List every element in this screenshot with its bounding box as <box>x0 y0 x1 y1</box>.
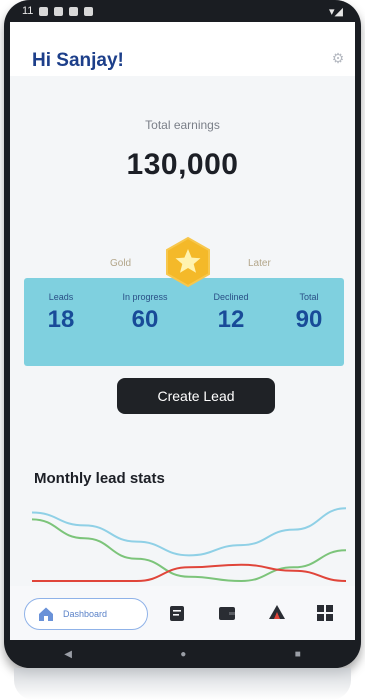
earnings-label: Total earnings <box>145 118 220 132</box>
stats-panel: Leads 18 In progress 60 Declined 12 Tota… <box>24 278 344 366</box>
notification-icon <box>69 6 79 16</box>
create-lead-button[interactable]: Create Lead <box>117 378 275 414</box>
nav-dashboard-label: Dashboard <box>63 609 108 619</box>
home-button-icon[interactable]: ● <box>180 649 186 660</box>
tier-current: Gold <box>110 258 132 269</box>
earnings-value: 130,000 <box>126 148 239 181</box>
stat-in-progress: In progress 60 <box>110 292 180 334</box>
signal-battery-icon: ▾◢ <box>329 5 343 18</box>
nav-wallet[interactable] <box>218 604 236 622</box>
system-nav-bar: ◀ ● ■ <box>10 640 355 668</box>
stat-label: In progress <box>122 292 168 302</box>
status-left: 11 <box>22 5 94 17</box>
header: Hi Sanjay! ⚙ <box>10 22 355 76</box>
grid-icon <box>317 605 333 621</box>
notification-icon <box>54 6 64 16</box>
tent-icon <box>269 605 285 619</box>
stat-value: 90 <box>295 306 323 333</box>
document-icon <box>170 605 184 621</box>
nav-campaigns[interactable] <box>268 604 286 622</box>
monthly-lead-chart <box>31 507 347 583</box>
nav-documents[interactable] <box>168 604 186 622</box>
stat-label: Total <box>299 292 319 302</box>
stat-value: 18 <box>47 306 75 333</box>
notification-icon <box>84 6 94 16</box>
phone-frame: 11 ▾◢ Hi Sanjay! ⚙ Total earnings 130,00… <box>4 0 361 668</box>
wallet-icon <box>219 606 235 620</box>
status-bar: 11 ▾◢ <box>10 0 355 22</box>
home-icon <box>39 607 53 621</box>
stat-total: Total 90 <box>284 292 334 334</box>
settings-icon[interactable]: ⚙ <box>330 50 346 66</box>
stat-value: 12 <box>217 306 245 333</box>
tier-next: Later <box>248 258 271 269</box>
recents-icon[interactable]: ■ <box>295 649 301 660</box>
nav-dashboard-tab[interactable]: Dashboard <box>24 598 148 630</box>
chart-title: Monthly lead stats <box>34 470 165 487</box>
tier-badge <box>166 236 210 288</box>
chart-series-line-1 <box>31 507 347 557</box>
app-screen: 11 ▾◢ Hi Sanjay! ⚙ Total earnings 130,00… <box>10 0 355 640</box>
stat-leads: Leads 18 <box>32 292 90 334</box>
nav-more[interactable] <box>316 604 334 622</box>
back-icon[interactable]: ◀ <box>64 649 72 660</box>
stat-value: 60 <box>131 306 159 333</box>
stat-declined: Declined 12 <box>200 292 262 334</box>
status-time: 11 <box>22 5 34 17</box>
status-right: ▾◢ <box>329 5 343 18</box>
greeting-title: Hi Sanjay! <box>32 50 124 71</box>
stat-label: Declined <box>213 292 249 302</box>
bottom-nav: Dashboard <box>10 586 355 640</box>
device-reflection <box>14 668 351 700</box>
notification-icon <box>39 6 49 16</box>
stat-label: Leads <box>48 292 74 302</box>
